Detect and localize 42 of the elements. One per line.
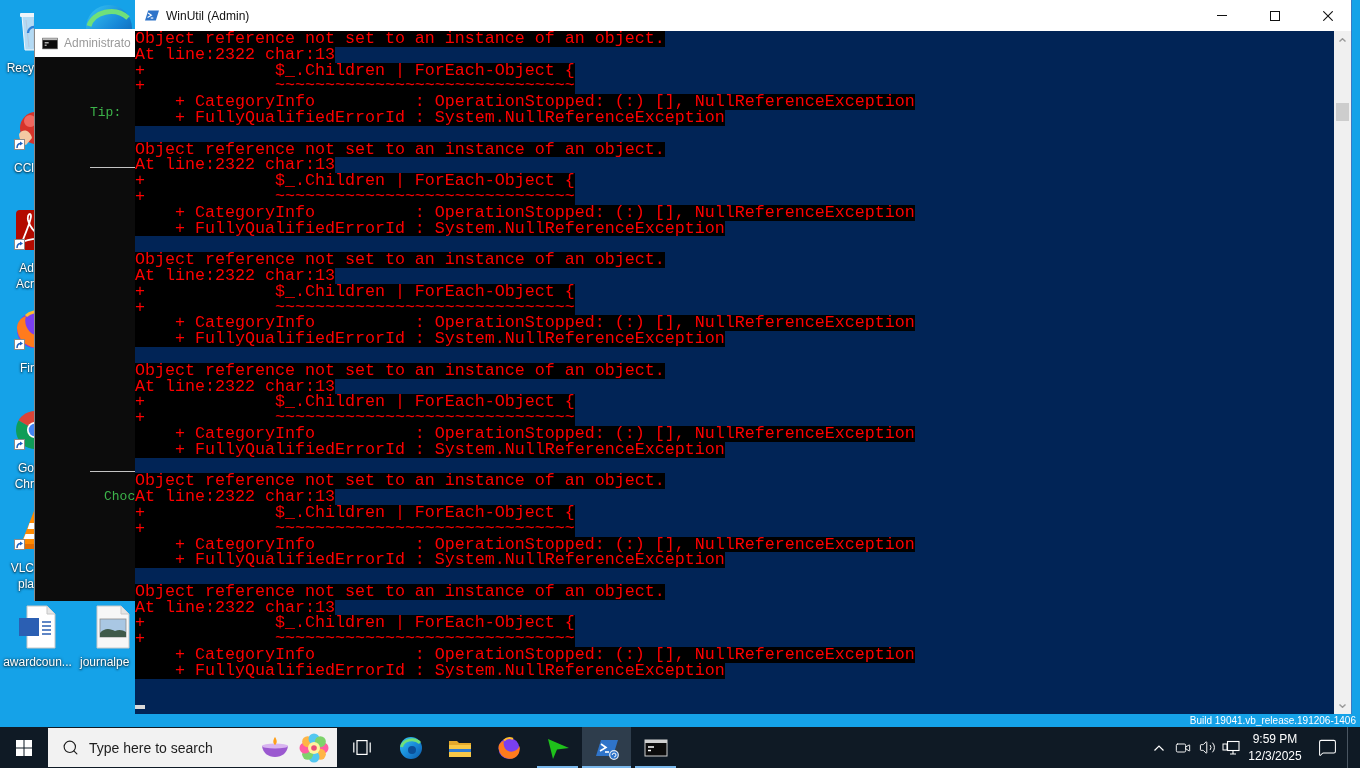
chevron-up-icon	[1339, 37, 1346, 42]
notification-icon	[1317, 738, 1337, 757]
chevron-down-icon	[1339, 703, 1346, 708]
search-field[interactable]: Type here to search	[48, 728, 337, 767]
window-title: WinUtil (Admin)	[166, 8, 250, 23]
oil-lamp-icon	[261, 737, 289, 758]
desktop-icon-label[interactable]: Recy	[6, 60, 34, 76]
search-icon	[62, 739, 79, 756]
desktop-icon-label[interactable]: Ad Acr	[16, 260, 34, 292]
task-view-icon	[352, 740, 371, 755]
desktop-icon-label[interactable]: awardcoun...	[3, 654, 72, 670]
chevron-up-icon	[1154, 744, 1164, 751]
text-cursor	[135, 705, 145, 710]
speaker-icon	[1198, 739, 1216, 756]
scrollbar[interactable]	[1334, 31, 1351, 714]
close-icon	[1323, 10, 1333, 21]
window-panes-icon	[16, 739, 32, 756]
clock-time[interactable]: 9:59 PM	[1252, 731, 1298, 747]
desktop-icon-label[interactable]: VLC pla	[10, 560, 34, 592]
maximize-icon	[1270, 10, 1280, 21]
console-text: Choc	[104, 489, 136, 505]
search-input[interactable]: Type here to search	[89, 737, 251, 758]
fox-logo-icon	[496, 735, 521, 760]
desktop-icon-label[interactable]: Fir	[20, 360, 34, 376]
flower-icon	[299, 732, 329, 763]
document-icon[interactable]	[17, 605, 58, 649]
taskbar-button[interactable]	[582, 727, 631, 768]
console-window-icon	[42, 36, 58, 50]
minimize-icon	[1217, 15, 1227, 16]
window-title: Administrato	[64, 36, 131, 50]
desktop-icon-label[interactable]: CCl	[14, 160, 34, 176]
build-text: Build 19041.vb_release.191206-1406	[1189, 715, 1357, 727]
network-monitor-icon	[1222, 739, 1240, 756]
swirl-tile-icon[interactable]	[14, 208, 34, 252]
scroll-thumb[interactable]	[1336, 103, 1349, 121]
console-text: Tip:	[90, 105, 122, 121]
clock-date[interactable]: 12/3/2025	[1248, 748, 1302, 764]
image-file-icon[interactable]	[93, 605, 133, 649]
swirl-logo-icon	[398, 735, 423, 760]
desktop-icon-label[interactable]: journalpe	[80, 654, 130, 670]
terminal-icon	[145, 9, 159, 22]
desktop-icon-label[interactable]: Go Chr	[14, 460, 34, 492]
